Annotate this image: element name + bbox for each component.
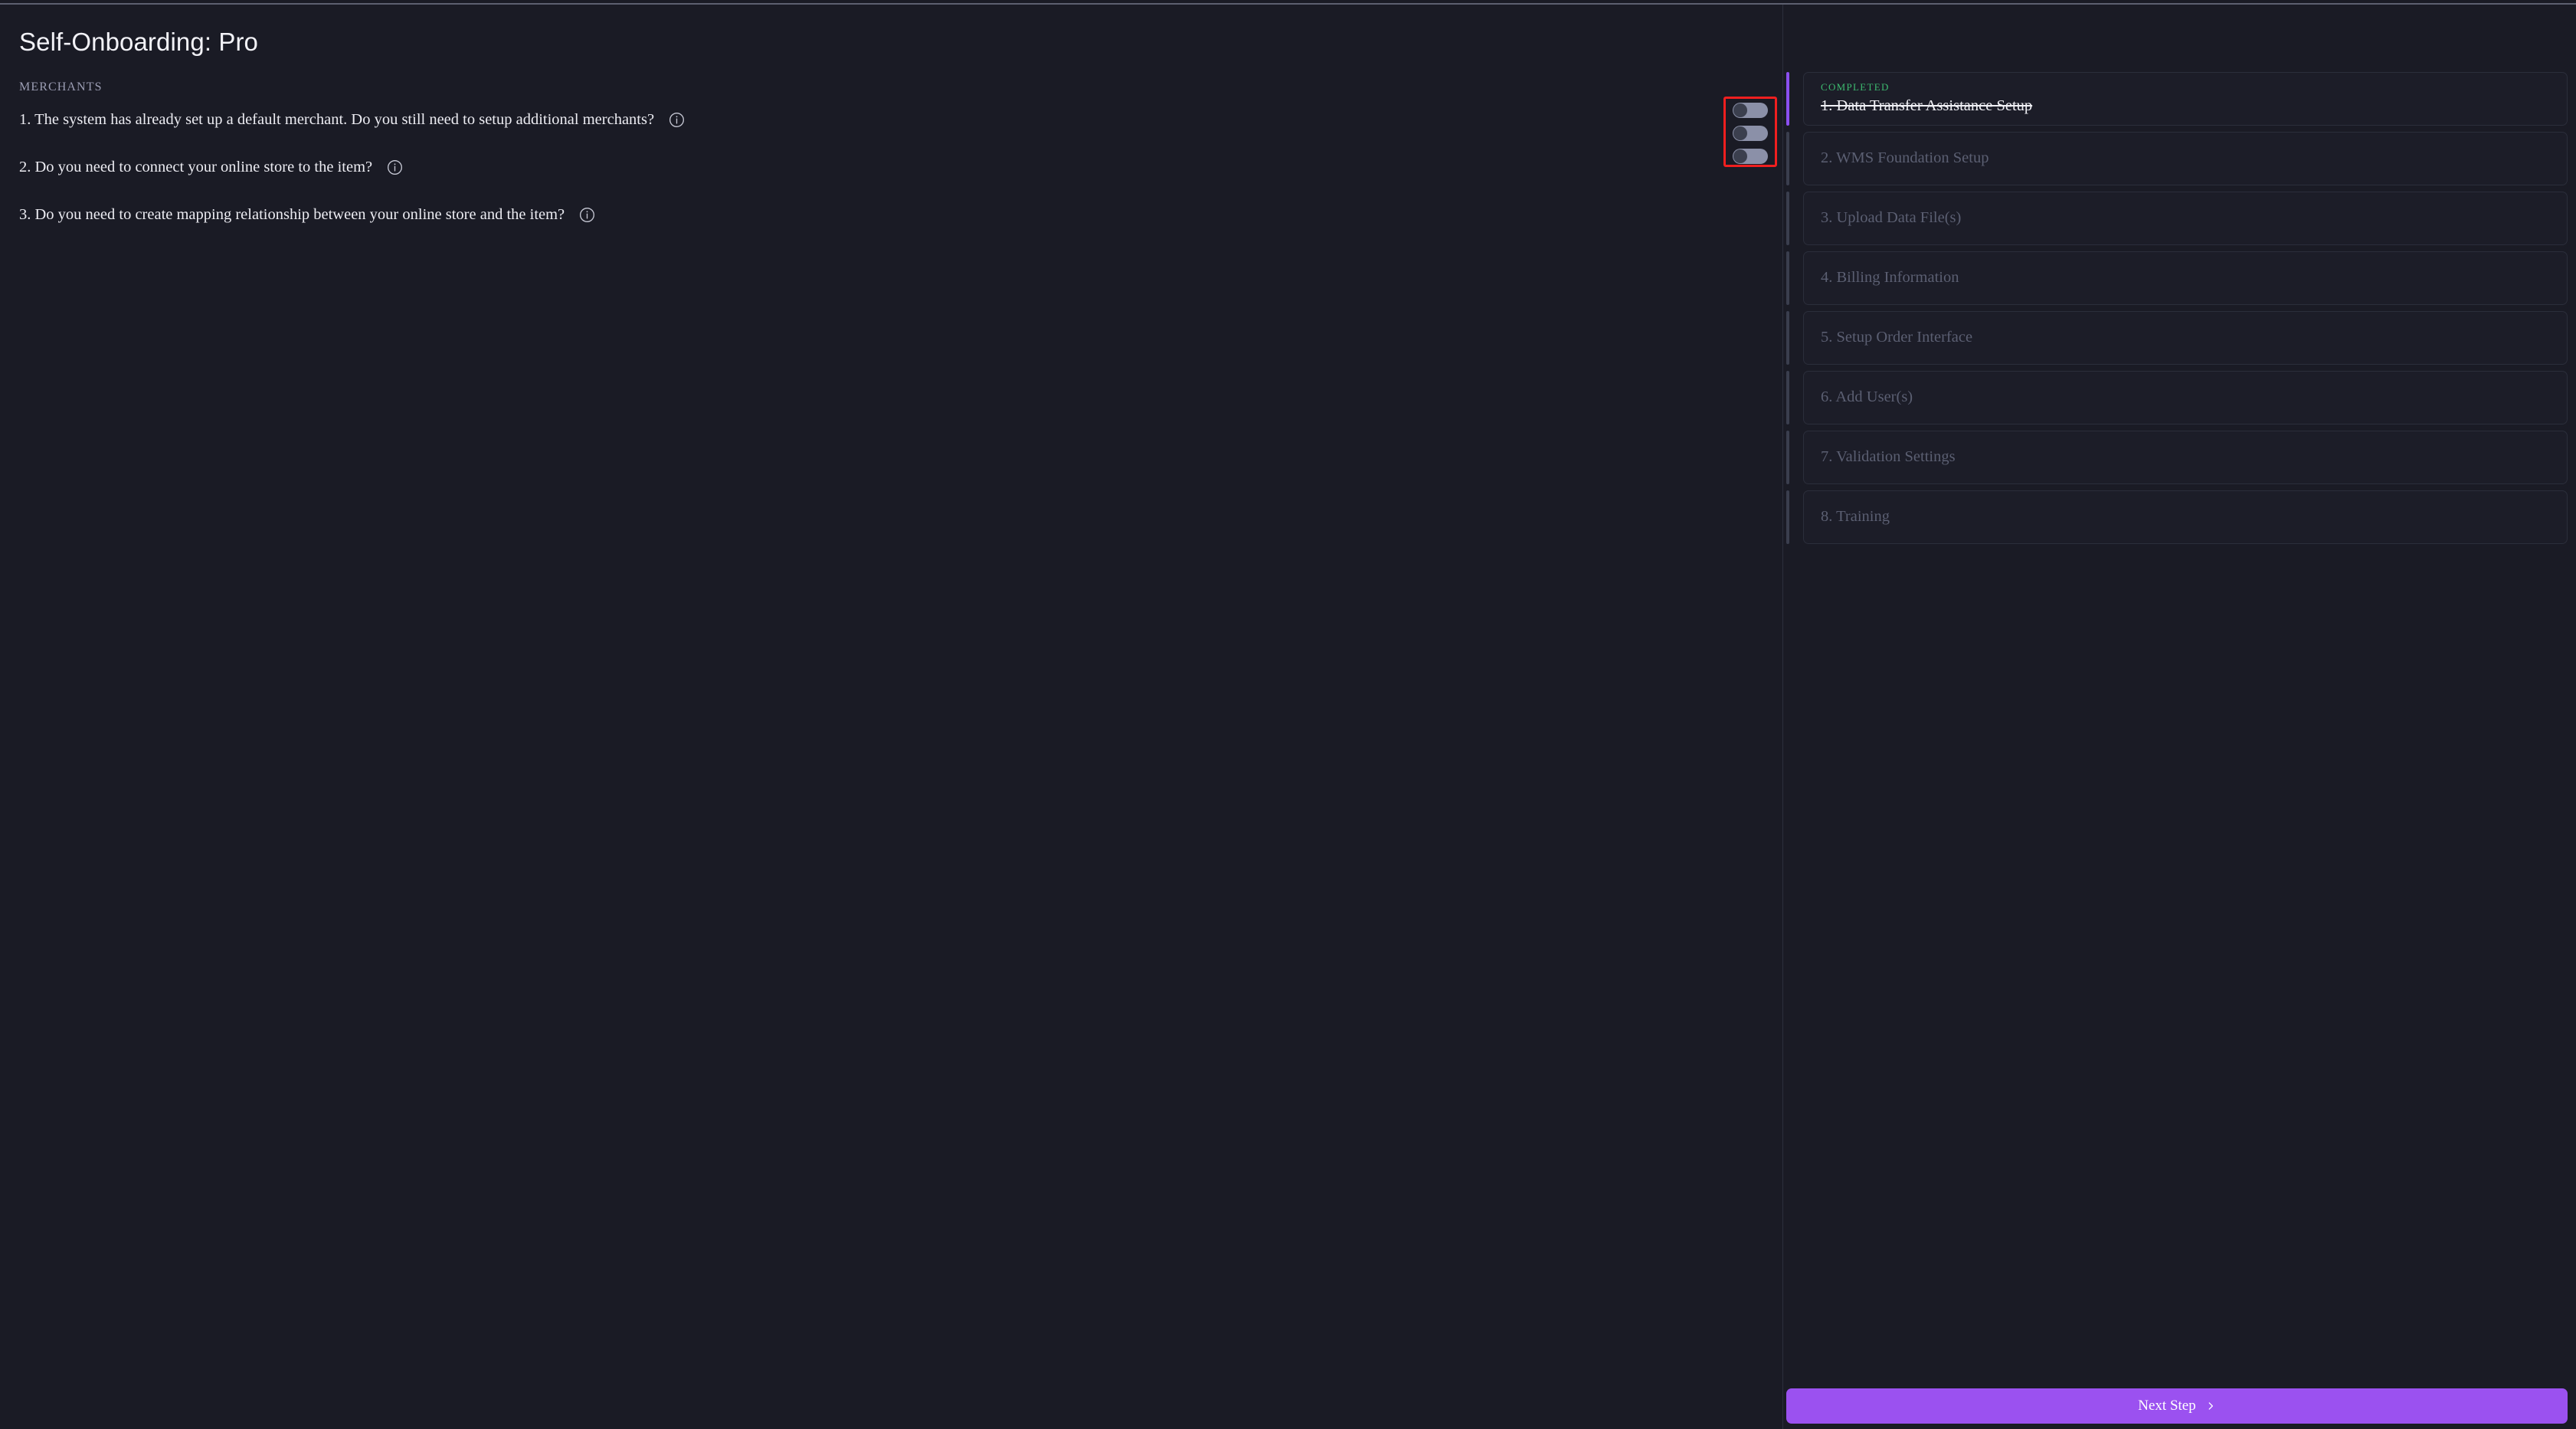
step-item-5[interactable]: 5. Setup Order Interface	[1786, 311, 2568, 365]
step-item-6[interactable]: 6. Add User(s)	[1786, 371, 2568, 424]
question-list: 1. The system has already set up a defau…	[19, 108, 1704, 251]
question-text: 2. Do you need to connect your online st…	[19, 156, 372, 179]
step-accent-bar	[1786, 431, 1789, 484]
step-status-badge: COMPLETED	[1821, 81, 2550, 93]
step-title: 2. WMS Foundation Setup	[1821, 149, 2550, 167]
step-accent-bar	[1786, 311, 1789, 365]
toggle-switch-mapping[interactable]	[1733, 149, 1768, 164]
step-item-4[interactable]: 4. Billing Information	[1786, 251, 2568, 305]
main-content-column: Self-Onboarding: Pro MERCHANTS 1. The sy…	[0, 5, 1782, 1429]
page-title: Self-Onboarding: Pro	[19, 28, 258, 57]
step-card: 7. Validation Settings	[1803, 431, 2568, 484]
info-circle-icon[interactable]	[668, 111, 686, 129]
step-item-2[interactable]: 2. WMS Foundation Setup	[1786, 132, 2568, 185]
step-list: COMPLETED 1. Data Transfer Assistance Se…	[1786, 72, 2568, 550]
toggle-knob	[1733, 103, 1747, 117]
step-accent-bar	[1786, 192, 1789, 245]
step-title: 6. Add User(s)	[1821, 388, 2550, 406]
question-text: 1. The system has already set up a defau…	[19, 108, 654, 131]
toggle-switch-merchants[interactable]	[1733, 103, 1768, 118]
step-title: 3. Upload Data File(s)	[1821, 209, 2550, 227]
section-label-merchants: MERCHANTS	[19, 80, 103, 94]
step-card: 4. Billing Information	[1803, 251, 2568, 305]
step-accent-bar	[1786, 371, 1789, 424]
step-accent-bar	[1786, 72, 1789, 126]
step-item-3[interactable]: 3. Upload Data File(s)	[1786, 192, 2568, 245]
step-accent-bar	[1786, 132, 1789, 185]
step-title: 1. Data Transfer Assistance Setup	[1821, 97, 2550, 115]
step-title: 8. Training	[1821, 508, 2550, 526]
toggle-knob	[1733, 126, 1747, 140]
toggle-knob	[1733, 149, 1747, 163]
step-card: 8. Training	[1803, 490, 2568, 544]
question-row: 3. Do you need to create mapping relatio…	[19, 203, 1704, 226]
step-title: 7. Validation Settings	[1821, 448, 2550, 466]
step-title: 5. Setup Order Interface	[1821, 329, 2550, 346]
step-card: 5. Setup Order Interface	[1803, 311, 2568, 365]
question-text: 3. Do you need to create mapping relatio…	[19, 203, 565, 226]
step-card: 3. Upload Data File(s)	[1803, 192, 2568, 245]
step-item-8[interactable]: 8. Training	[1786, 490, 2568, 544]
next-step-button[interactable]: Next Step	[1786, 1388, 2568, 1424]
step-accent-bar	[1786, 251, 1789, 305]
step-item-1[interactable]: COMPLETED 1. Data Transfer Assistance Se…	[1786, 72, 2568, 126]
info-circle-icon[interactable]	[578, 206, 596, 224]
app-shell: Self-Onboarding: Pro MERCHANTS 1. The sy…	[0, 5, 2576, 1429]
info-circle-icon[interactable]	[386, 159, 404, 176]
step-card: COMPLETED 1. Data Transfer Assistance Se…	[1803, 72, 2568, 126]
toggle-switch-online-store[interactable]	[1733, 126, 1768, 141]
toggle-group	[1723, 97, 1777, 167]
next-step-label: Next Step	[2138, 1398, 2195, 1414]
step-card: 6. Add User(s)	[1803, 371, 2568, 424]
question-row: 2. Do you need to connect your online st…	[19, 156, 1704, 179]
question-row: 1. The system has already set up a defau…	[19, 108, 1704, 131]
step-accent-bar	[1786, 490, 1789, 544]
steps-panel: COMPLETED 1. Data Transfer Assistance Se…	[1782, 5, 2576, 1429]
chevron-right-icon	[2205, 1401, 2216, 1411]
step-item-7[interactable]: 7. Validation Settings	[1786, 431, 2568, 484]
step-card: 2. WMS Foundation Setup	[1803, 132, 2568, 185]
step-title: 4. Billing Information	[1821, 269, 2550, 287]
